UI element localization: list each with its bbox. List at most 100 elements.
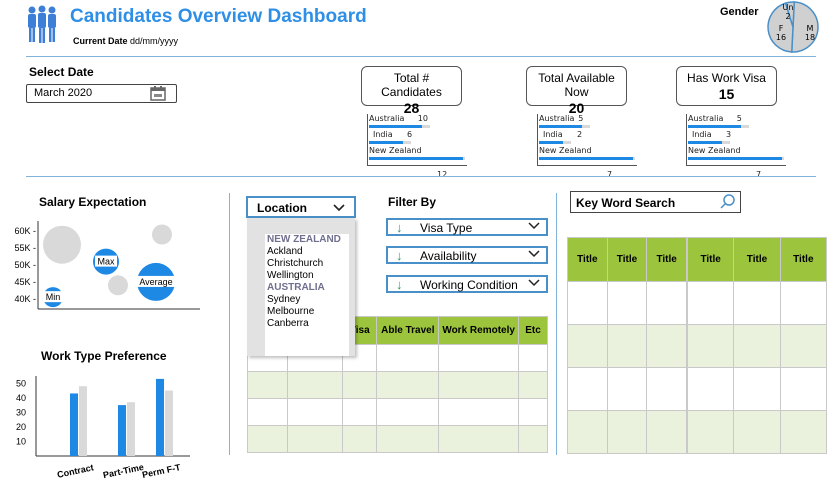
breakdown-value: 10 (417, 114, 428, 123)
breakdown-bar (688, 125, 741, 128)
breakdown-bar (369, 125, 422, 128)
kpi-label: Total Available Now (538, 71, 615, 99)
location-group-heading[interactable]: AUSTRALIA (267, 282, 349, 294)
kpi-breakdown-chart: Australia 10 India 6 New Zealand 12 (367, 114, 467, 179)
left-divider (229, 193, 230, 455)
location-group-heading[interactable]: NEW ZEALAND (267, 234, 349, 246)
kpi-breakdown-chart: Australia 5 India 3 New Zealand 7 (686, 114, 786, 179)
location-dropdown[interactable]: Location (246, 196, 356, 218)
table-row[interactable] (247, 398, 548, 426)
breakdown-country: New Zealand (688, 146, 741, 155)
kpi-work-visa: Has Work Visa 15 (676, 66, 777, 106)
breakdown-baseline (537, 165, 637, 166)
salary-bubble (152, 224, 172, 245)
location-item[interactable]: Sydney (267, 294, 349, 306)
work-type-tick-label: 10 (16, 436, 26, 446)
kpi-breakdown-chart: Australia 5 India 2 New Zealand 7 (537, 114, 637, 179)
salary-tick-label: 50K - (14, 260, 36, 270)
table-row[interactable] (686, 410, 827, 454)
chevron-down-icon[interactable] (528, 219, 540, 234)
breakdown-value: 3 (726, 130, 732, 139)
filter-visa-type[interactable]: ↓ Visa Type (386, 218, 548, 236)
current-date-value: dd/mm/yyyy (130, 36, 179, 46)
breakdown-country: India (373, 130, 393, 139)
column-header[interactable]: Able Travel (376, 316, 440, 345)
location-dropdown-list: NEW ZEALAND Ackland Christchurch Welling… (247, 218, 355, 356)
table-row[interactable] (567, 281, 687, 325)
kpi-value: 15 (718, 86, 735, 102)
gender-slice-label: F (779, 24, 784, 33)
table-row[interactable] (686, 324, 827, 368)
salary-tick-label: 55K - (14, 243, 36, 253)
work-type-tick-label: 30 (16, 407, 26, 417)
section-divider (26, 176, 816, 177)
salary-bubble-label: Min (46, 292, 61, 302)
keyword-search-input[interactable]: Key Word Search (576, 196, 675, 210)
chevron-down-icon[interactable] (333, 200, 345, 218)
column-header[interactable]: Title (646, 237, 687, 282)
date-picker[interactable]: March 2020 (26, 84, 177, 103)
breakdown-bar (539, 125, 583, 128)
calendar-icon[interactable] (150, 86, 166, 106)
location-item[interactable]: Ackland (267, 246, 349, 258)
work-type-category-label: Contract (56, 462, 94, 479)
salary-bubble-label: Average (139, 277, 172, 287)
chevron-down-icon[interactable] (528, 276, 540, 291)
work-type-category-label: Perm F-T (141, 462, 182, 480)
table-row[interactable] (567, 324, 687, 368)
breakdown-value: 7 (607, 170, 613, 179)
gender-pie-chart: M 18 F 16 Un 2 (766, 0, 820, 54)
salary-bubble (43, 225, 81, 264)
table-row[interactable] (567, 367, 687, 411)
column-header[interactable]: Title (606, 237, 648, 282)
current-date-label: Current Date (73, 36, 128, 46)
breakdown-bar (539, 141, 563, 144)
page-title: Candidates Overview Dashboard (70, 6, 367, 27)
keyword-results-table-left: Title Title Title (567, 237, 687, 454)
location-item[interactable]: Wellington (267, 270, 349, 282)
gender-slice-value: 18 (805, 33, 815, 42)
work-type-bar (127, 402, 135, 456)
breakdown-axis (367, 114, 368, 166)
breakdown-value: 7 (756, 170, 762, 179)
salary-title: Salary Expectation (39, 195, 147, 209)
breakdown-value: 6 (407, 130, 413, 139)
table-row[interactable] (247, 371, 548, 399)
gender-slice-value: 16 (776, 33, 786, 42)
select-date-label: Select Date (29, 65, 94, 79)
kpi-label: Has Work Visa (687, 71, 766, 85)
work-type-bar (79, 386, 87, 456)
column-header[interactable]: Title (567, 237, 608, 282)
work-type-bar (165, 390, 173, 456)
column-header[interactable]: Etc (518, 316, 548, 345)
filter-working-condition[interactable]: ↓ Working Condition (386, 275, 548, 293)
filter-option-label: Visa Type (420, 221, 473, 235)
column-header[interactable]: Title (686, 237, 735, 282)
work-type-bar-chart: 50 40 30 20 10 Contract Part-Time Perm F-T (8, 370, 208, 485)
table-row[interactable] (247, 425, 548, 453)
arrow-down-icon: ↓ (396, 277, 403, 292)
breakdown-value: 5 (578, 114, 584, 123)
gender-label: Gender (720, 6, 759, 18)
breakdown-value: 12 (437, 170, 448, 179)
location-item[interactable]: Christchurch (267, 258, 349, 270)
location-item[interactable]: Melbourne (267, 306, 349, 318)
breakdown-baseline (367, 165, 467, 166)
current-date: Current Date dd/mm/yyyy (73, 36, 178, 46)
search-icon[interactable] (719, 193, 737, 216)
kpi-label: Total # Candidates (381, 71, 442, 99)
breakdown-country: New Zealand (369, 146, 422, 155)
column-header[interactable]: Work Remotely (438, 316, 520, 345)
table-row[interactable] (686, 367, 827, 411)
table-row[interactable] (567, 410, 687, 454)
people-icon (26, 4, 58, 46)
location-item[interactable]: Canberra (267, 318, 349, 330)
chevron-down-icon[interactable] (528, 247, 540, 262)
table-row[interactable] (686, 281, 827, 325)
filter-option-label: Availability (420, 249, 477, 263)
breakdown-axis (686, 114, 687, 166)
keyword-search-box[interactable]: Key Word Search (570, 191, 741, 213)
column-header[interactable]: Title (779, 237, 827, 282)
filter-availability[interactable]: ↓ Availability (386, 246, 548, 264)
column-header[interactable]: Title (733, 237, 781, 282)
